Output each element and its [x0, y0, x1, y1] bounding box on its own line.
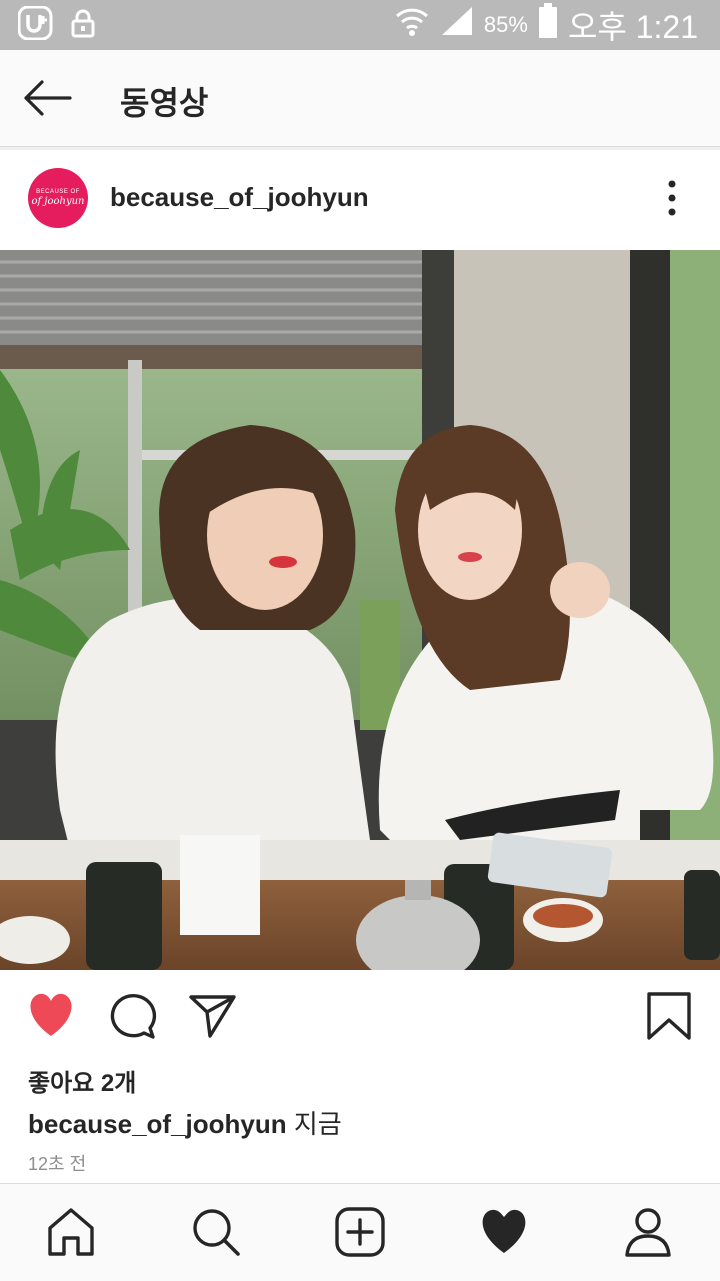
- more-vertical-icon: [660, 180, 684, 222]
- search-icon: [190, 1209, 242, 1262]
- post-username[interactable]: because_of_joohyun: [110, 182, 369, 213]
- save-button[interactable]: [644, 992, 694, 1040]
- bookmark-icon: [644, 992, 694, 1044]
- status-bar: 85% 오후 1:21: [0, 0, 720, 50]
- caption-username[interactable]: because_of_joohyun: [28, 1109, 287, 1139]
- wifi-icon: [394, 4, 430, 46]
- back-button[interactable]: [20, 78, 74, 118]
- comment-icon: [108, 994, 158, 1044]
- battery-icon: [538, 3, 558, 47]
- like-button[interactable]: [26, 992, 76, 1040]
- page-title: 동영상: [120, 85, 209, 121]
- lock-icon: [70, 8, 96, 43]
- post-header: BECAUSE OF of joohyun because_of_joohyun: [0, 150, 720, 250]
- likes-count[interactable]: 좋아요 2개: [28, 1063, 136, 1098]
- add-post-icon: [334, 1207, 386, 1262]
- heart-filled-icon: [26, 993, 76, 1044]
- comment-button[interactable]: [108, 992, 158, 1040]
- share-button[interactable]: [188, 992, 238, 1040]
- battery-percent: 85%: [483, 12, 528, 37]
- arrow-left-icon: [20, 80, 74, 122]
- activity-heart-icon: [478, 1209, 530, 1262]
- nav-search[interactable]: [190, 1206, 242, 1258]
- nav-activity[interactable]: [478, 1206, 530, 1258]
- home-icon: [45, 1208, 97, 1262]
- profile-icon: [622, 1208, 674, 1262]
- post-actions: [0, 970, 720, 1060]
- nav-add-post[interactable]: [334, 1206, 386, 1258]
- post-video[interactable]: [0, 250, 720, 970]
- nav-profile[interactable]: [622, 1206, 674, 1258]
- bottom-nav: [0, 1183, 720, 1281]
- nav-home[interactable]: [45, 1206, 97, 1258]
- send-icon: [188, 995, 238, 1044]
- signal-icon: [440, 5, 474, 45]
- app-header: 동영상: [0, 50, 720, 147]
- avatar-text-line1: BECAUSE OF: [36, 189, 80, 195]
- caption: because_of_joohyun 지금: [28, 1104, 342, 1141]
- u-plus-icon: [17, 5, 56, 45]
- post-timestamp: 12초 전: [28, 1154, 87, 1174]
- avatar[interactable]: BECAUSE OF of joohyun: [28, 168, 88, 228]
- video-frame: [0, 250, 720, 970]
- avatar-text-line2: of joohyun: [31, 196, 85, 207]
- clock: 오후 1:21: [567, 9, 698, 45]
- more-options-button[interactable]: [660, 178, 684, 218]
- caption-text: 지금: [286, 1109, 342, 1139]
